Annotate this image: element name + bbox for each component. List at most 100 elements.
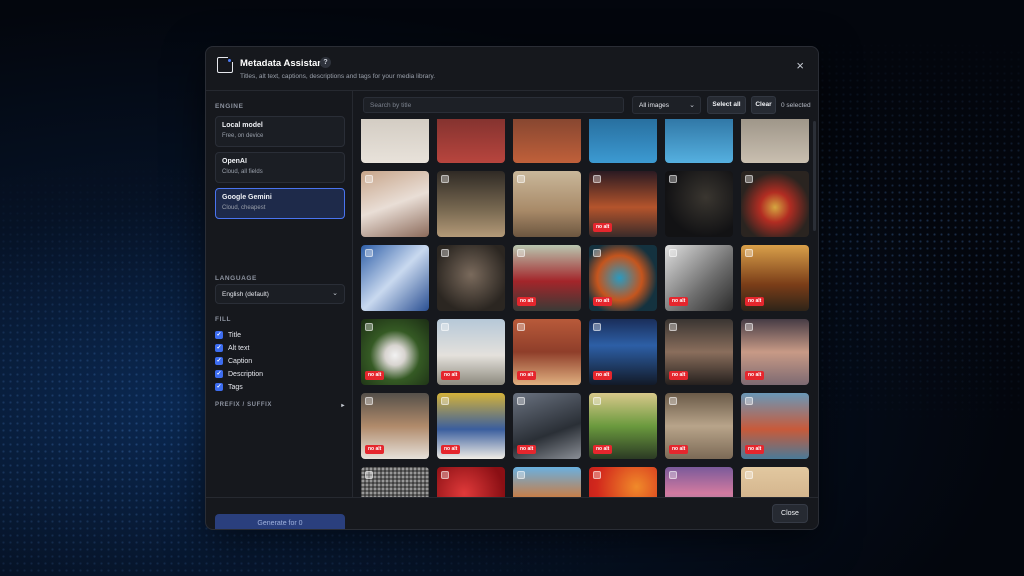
no-alt-badge: no alt: [593, 371, 613, 380]
engine-option-openai[interactable]: OpenAI Cloud, all fields: [215, 152, 345, 183]
tile-checkbox[interactable]: [517, 397, 525, 405]
tile-checkbox[interactable]: [669, 323, 677, 331]
filter-value: All images: [639, 102, 669, 109]
image-tile[interactable]: no alt: [741, 393, 809, 459]
image-tile[interactable]: [589, 467, 657, 497]
image-tile[interactable]: no alt: [589, 171, 657, 237]
no-alt-badge: no alt: [441, 371, 461, 380]
image-tile[interactable]: [361, 171, 429, 237]
image-tile[interactable]: [361, 119, 429, 163]
no-alt-badge: no alt: [517, 445, 537, 454]
tile-checkbox[interactable]: [517, 471, 525, 479]
engine-option-local[interactable]: Local model Free, on device: [215, 116, 345, 147]
tile-checkbox[interactable]: [669, 397, 677, 405]
image-tile[interactable]: no alt: [665, 319, 733, 385]
tile-checkbox[interactable]: [517, 175, 525, 183]
image-tile[interactable]: no alt: [437, 319, 505, 385]
image-tile[interactable]: no alt: [361, 393, 429, 459]
image-tile[interactable]: no alt: [665, 245, 733, 311]
select-all-button[interactable]: Select all: [707, 96, 746, 114]
image-tile[interactable]: no alt: [513, 393, 581, 459]
image-tile[interactable]: [513, 171, 581, 237]
grid-scrollbar[interactable]: [813, 121, 816, 231]
image-tile[interactable]: [589, 119, 657, 163]
tile-checkbox[interactable]: [593, 175, 601, 183]
fill-checkbox-title[interactable]: ✓ Title: [215, 330, 241, 340]
clear-button[interactable]: Clear: [751, 96, 776, 114]
tile-checkbox[interactable]: [441, 323, 449, 331]
tile-checkbox[interactable]: [745, 175, 753, 183]
tile-checkbox[interactable]: [365, 175, 373, 183]
image-tile[interactable]: [437, 119, 505, 163]
image-tile[interactable]: no alt: [589, 319, 657, 385]
tile-checkbox[interactable]: [593, 249, 601, 257]
language-label: LANGUAGE: [215, 275, 257, 282]
tile-checkbox[interactable]: [441, 175, 449, 183]
language-value: English (default): [222, 291, 269, 298]
help-icon[interactable]: ?: [320, 57, 331, 68]
search-input[interactable]: Search by title: [363, 97, 624, 113]
close-button[interactable]: Close: [772, 504, 808, 523]
tile-checkbox[interactable]: [365, 249, 373, 257]
tile-checkbox[interactable]: [365, 471, 373, 479]
tile-checkbox[interactable]: [593, 323, 601, 331]
image-tile[interactable]: no alt: [741, 467, 809, 497]
image-tile[interactable]: no alt: [741, 319, 809, 385]
image-tile[interactable]: [437, 245, 505, 311]
tile-checkbox[interactable]: [517, 323, 525, 331]
tile-checkbox[interactable]: [745, 397, 753, 405]
image-tile[interactable]: no alt: [513, 319, 581, 385]
no-alt-badge: no alt: [745, 371, 765, 380]
engine-option-gemini[interactable]: Google Gemini Cloud, cheapest: [215, 188, 345, 219]
tile-checkbox[interactable]: [593, 397, 601, 405]
image-tile[interactable]: [741, 119, 809, 163]
image-tile[interactable]: no alt: [361, 319, 429, 385]
tile-checkbox[interactable]: [669, 471, 677, 479]
image-grid: no alt no alt no alt no alt no alt no alt no a…: [361, 119, 809, 497]
image-tile[interactable]: [361, 245, 429, 311]
tile-checkbox[interactable]: [441, 397, 449, 405]
tile-checkbox[interactable]: [441, 471, 449, 479]
image-tile[interactable]: no alt: [513, 245, 581, 311]
image-tile[interactable]: no alt: [665, 393, 733, 459]
image-tile[interactable]: no alt: [589, 393, 657, 459]
no-alt-badge: no alt: [669, 297, 689, 306]
image-tile[interactable]: no alt: [513, 467, 581, 497]
tile-checkbox[interactable]: [593, 471, 601, 479]
image-tile[interactable]: [665, 467, 733, 497]
image-tile[interactable]: no alt: [741, 245, 809, 311]
tile-checkbox[interactable]: [365, 397, 373, 405]
checkbox-label: Description: [228, 370, 264, 378]
fill-checkbox-alt-text[interactable]: ✓ Alt text: [215, 343, 249, 353]
image-filter-select[interactable]: All images ⌄: [632, 96, 701, 114]
image-tile[interactable]: [665, 171, 733, 237]
language-select[interactable]: English (default) ⌄: [215, 284, 345, 304]
no-alt-badge: no alt: [745, 297, 765, 306]
tile-checkbox[interactable]: [745, 323, 753, 331]
image-tile[interactable]: [665, 119, 733, 163]
tile-checkbox[interactable]: [669, 249, 677, 257]
image-tile[interactable]: [513, 119, 581, 163]
tile-checkbox[interactable]: [745, 249, 753, 257]
image-tile[interactable]: no alt: [361, 467, 429, 497]
image-grid-viewport[interactable]: no alt no alt no alt no alt no alt no alt no a…: [361, 119, 814, 497]
image-tile[interactable]: no alt: [437, 393, 505, 459]
fill-checkbox-description[interactable]: ✓ Description: [215, 369, 263, 379]
image-tile[interactable]: [741, 171, 809, 237]
image-tile[interactable]: no alt: [437, 467, 505, 497]
image-tile[interactable]: no alt: [589, 245, 657, 311]
close-icon[interactable]: ×: [796, 59, 804, 72]
fill-checkbox-tags[interactable]: ✓ Tags: [215, 382, 243, 392]
tile-checkbox[interactable]: [441, 249, 449, 257]
prefix-suffix-toggle[interactable]: PREFIX / SUFFIX ▸: [215, 402, 345, 409]
fill-checkbox-caption[interactable]: ✓ Caption: [215, 356, 252, 366]
tile-checkbox[interactable]: [669, 175, 677, 183]
image-tile[interactable]: [437, 171, 505, 237]
no-alt-badge: no alt: [669, 371, 689, 380]
tile-checkbox[interactable]: [365, 323, 373, 331]
no-alt-badge: no alt: [441, 445, 461, 454]
media-browser: Search by title All images ⌄ Select all …: [354, 91, 818, 497]
tile-checkbox[interactable]: [745, 471, 753, 479]
no-alt-badge: no alt: [593, 297, 613, 306]
tile-checkbox[interactable]: [517, 249, 525, 257]
